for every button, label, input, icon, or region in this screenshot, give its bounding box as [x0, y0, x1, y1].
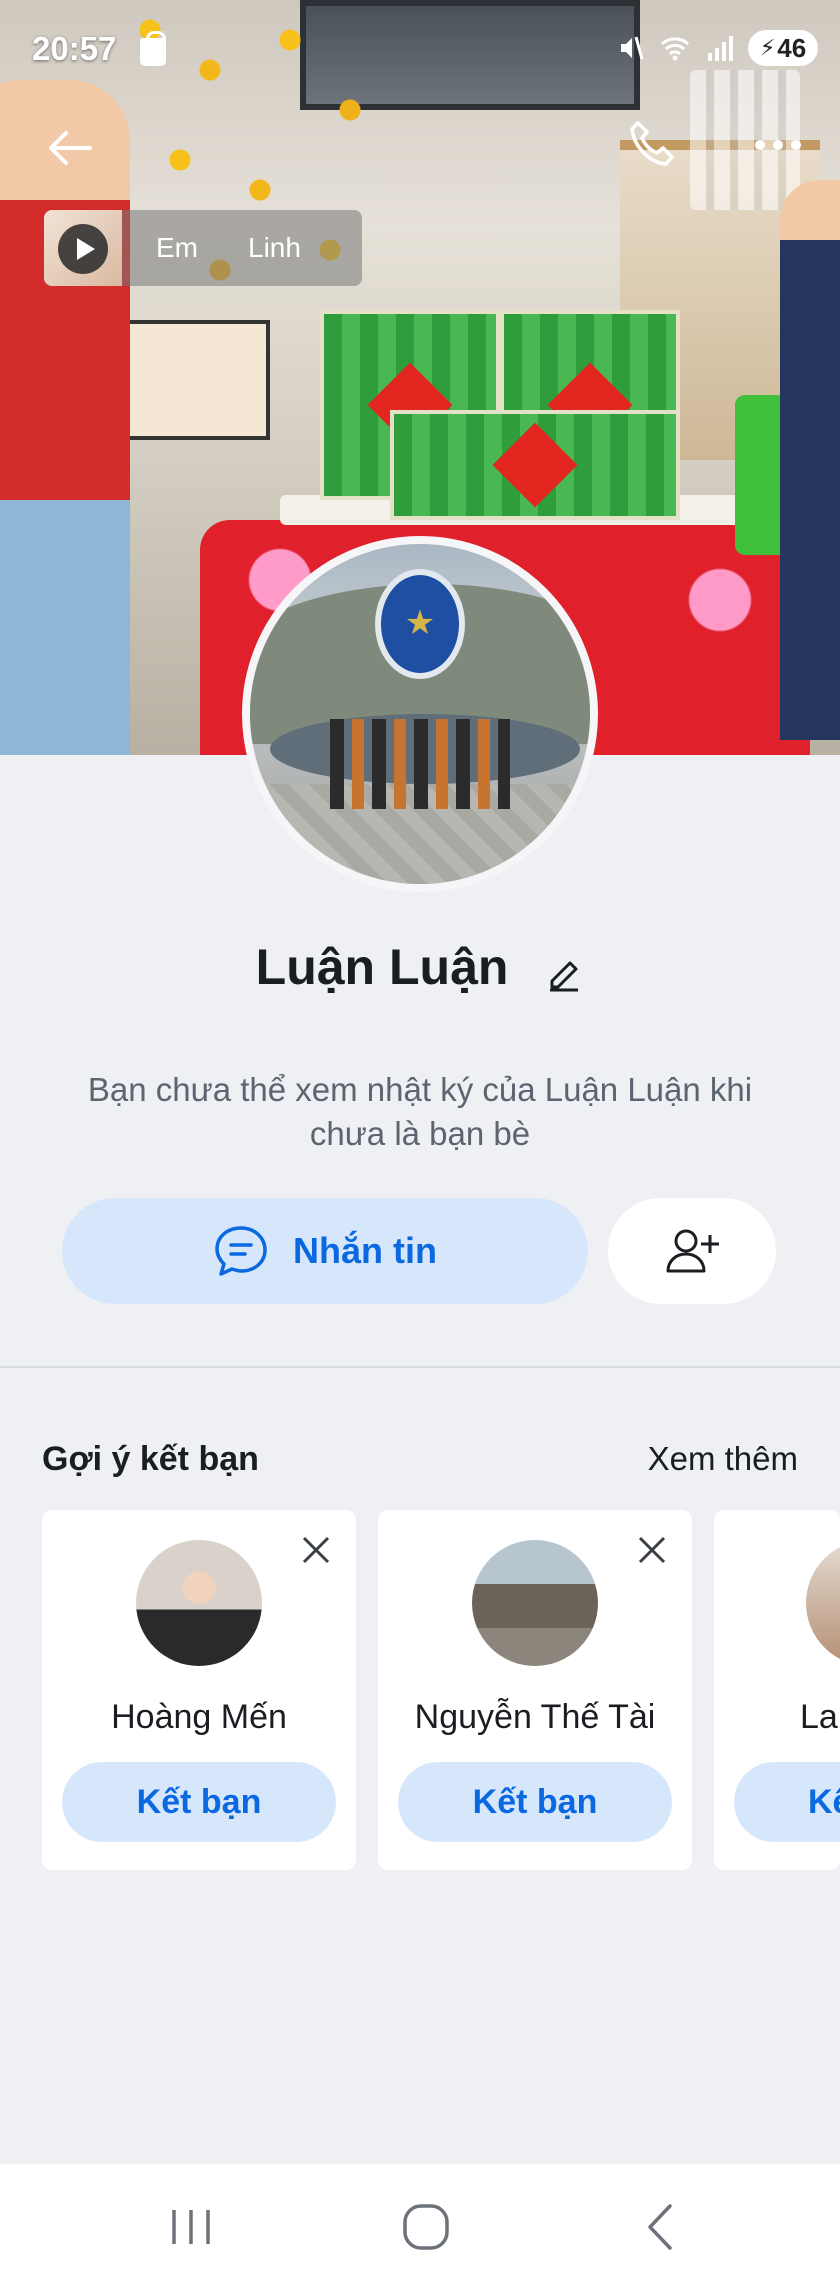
add-friend-icon [662, 1221, 722, 1281]
nav-home-icon[interactable] [393, 2194, 459, 2260]
cover-child-right [780, 180, 840, 740]
system-nav-bar [0, 2164, 840, 2289]
story-thumbnail [44, 210, 122, 286]
close-icon[interactable] [298, 1532, 334, 1568]
status-icons: ⚡ 46 [616, 30, 818, 66]
suggestion-card[interactable]: Nguyễn Thế Tài Kết bạn [378, 1510, 692, 1870]
close-icon[interactable] [634, 1532, 670, 1568]
phone-icon[interactable] [622, 115, 682, 175]
battery-level: 46 [777, 32, 807, 63]
suggestion-name: La [800, 1698, 838, 1736]
avatar-people [330, 719, 510, 809]
cover-poster [125, 320, 270, 440]
edit-icon[interactable] [544, 947, 584, 992]
nav-back-icon[interactable] [628, 2194, 694, 2260]
shopping-bag-icon [140, 31, 166, 66]
status-time: 20:57 [32, 30, 117, 67]
wifi-icon [660, 33, 690, 63]
see-more-link[interactable]: Xem thêm [648, 1440, 798, 1478]
story-name: Linh [248, 232, 301, 263]
message-button[interactable]: Nhắn tin [62, 1198, 588, 1304]
story-chip[interactable]: Em Linh [44, 210, 362, 286]
profile-avatar[interactable] [242, 536, 598, 892]
mute-icon [616, 33, 646, 63]
cover-child-left [0, 80, 130, 755]
nav-recents-icon[interactable] [158, 2194, 224, 2260]
profile-name-row: Luận Luận [0, 934, 840, 996]
battery-icon: ⚡ 46 [748, 30, 818, 66]
section-divider [0, 1366, 840, 1368]
suggestion-avatar[interactable] [136, 1540, 262, 1666]
status-bar: 20:57 ⚡ 46 [0, 0, 840, 110]
chat-icon [213, 1223, 269, 1279]
cover-cake [390, 410, 680, 520]
suggestion-name: Nguyễn Thế Tài [414, 1698, 656, 1736]
more-icon[interactable] [748, 125, 808, 165]
suggestion-avatar[interactable] [806, 1540, 840, 1666]
suggestions-title: Gợi ý kết bạn [42, 1440, 259, 1478]
add-friend-button[interactable] [608, 1198, 776, 1304]
play-icon [58, 224, 108, 274]
signal-icon [704, 33, 734, 63]
back-arrow-icon[interactable] [40, 118, 100, 178]
privacy-note: Bạn chưa thể xem nhật ký của Luận Luận k… [87, 1071, 753, 1152]
suggestion-card[interactable]: Hoàng Mến Kết bạn [42, 1510, 356, 1870]
charging-bolt-icon: ⚡ [759, 35, 776, 60]
message-button-label: Nhắn tin [293, 1230, 437, 1271]
add-friend-suggestion-button[interactable]: Kết bạn [398, 1762, 672, 1842]
story-name: Em [156, 232, 198, 263]
add-friend-suggestion-button[interactable]: Kế [734, 1762, 840, 1842]
add-friend-suggestion-button[interactable]: Kết bạn [62, 1762, 336, 1842]
avatar-badge-logo [375, 569, 465, 679]
suggestion-name: Hoàng Mến [111, 1698, 287, 1736]
suggestion-card[interactable]: La Kế [714, 1510, 840, 1870]
suggestion-avatar[interactable] [472, 1540, 598, 1666]
profile-name: Luận Luận [255, 938, 509, 995]
